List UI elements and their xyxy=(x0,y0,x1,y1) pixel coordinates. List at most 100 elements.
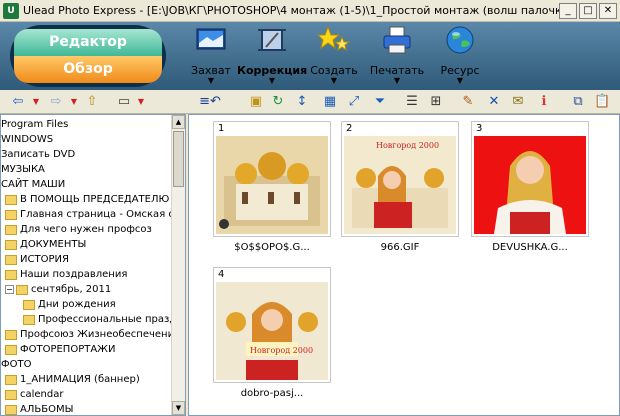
email-icon[interactable]: ✉ xyxy=(510,94,526,110)
thumbnail-number: 2 xyxy=(346,123,353,134)
tree-item[interactable]: ИСТОРИЯ xyxy=(5,252,69,267)
window-title: Ulead Photo Express - [E:\JOB\КГ\PHOTOSH… xyxy=(23,4,559,17)
chevron-down-icon: ▼ xyxy=(268,76,276,85)
folder-icon xyxy=(5,389,17,400)
sort-order-icon[interactable]: ↕ xyxy=(294,94,310,110)
thumbnail-panel: 1 $O$$OPO$.G... 2 Новгород 2000 966.GIF … xyxy=(188,114,620,416)
thumbnail-frame[interactable]: 4 Новгород 2000 xyxy=(213,267,331,383)
scroll-thumb[interactable] xyxy=(173,131,184,187)
tree-item[interactable]: МУЗЫКА xyxy=(1,162,45,177)
tree-item[interactable]: АЛЬБОМЫ xyxy=(5,402,73,415)
back-dropdown-icon[interactable]: ▼ xyxy=(28,94,44,110)
tree-item[interactable]: Главная страница - Омская обла xyxy=(5,207,173,222)
thumbnail-item[interactable]: 4 Новгород 2000 dobro-pasj... xyxy=(213,267,331,399)
thumbnail-image[interactable]: Новгород 2000 xyxy=(344,136,456,234)
delete-icon[interactable]: ✕ xyxy=(486,94,502,110)
minimize-button[interactable]: _ xyxy=(559,2,577,19)
thumbnail-image[interactable] xyxy=(216,136,328,234)
maximize-button[interactable]: □ xyxy=(579,2,597,19)
folder-icon xyxy=(5,344,17,355)
tree-item[interactable]: ДОКУМЕНТЫ xyxy=(5,237,86,252)
thumbnail-frame[interactable]: 3 xyxy=(471,121,589,237)
folder-icon xyxy=(23,299,35,310)
tree-item[interactable]: ФОТОРЕПОРТАЖИ xyxy=(5,342,115,357)
tree-item-label: ФОТО xyxy=(1,359,32,370)
refresh-icon[interactable]: ↻ xyxy=(270,94,286,110)
folder-icon xyxy=(5,224,17,235)
forward-dropdown-icon[interactable]: ▼ xyxy=(66,94,82,110)
folder-icon xyxy=(5,254,17,265)
tree-item[interactable]: В ПОМОЩЬ ПРЕДСЕДАТЕЛЮ xyxy=(5,192,169,207)
thumbnail-item[interactable]: 1 $O$$OPO$.G... xyxy=(213,121,331,253)
thumbnail-caption: DEVUSHKA.G... xyxy=(492,242,568,253)
tree-item-label: ДОКУМЕНТЫ xyxy=(20,239,87,250)
tool-resource[interactable]: Ресурс ▼ xyxy=(425,25,495,87)
thumbnail-frame[interactable]: 2 Новгород 2000 xyxy=(341,121,459,237)
fit-icon[interactable]: ⤢ xyxy=(346,94,362,110)
thumbnail-frame[interactable]: 1 xyxy=(213,121,331,237)
view-dropdown-icon[interactable]: ▼ xyxy=(133,94,149,110)
tree-item-label: САЙТ МАШИ xyxy=(1,179,66,190)
back-arrow-icon[interactable]: ⇦ xyxy=(10,94,26,110)
thumbnail-view-icon[interactable]: ⊞ xyxy=(428,94,444,110)
tree-item[interactable]: − сентябрь, 2011 xyxy=(5,282,111,297)
folder-icon xyxy=(5,269,17,280)
select-all-icon[interactable]: ▦ xyxy=(322,94,338,110)
sort-icon[interactable]: ≡↶ xyxy=(192,94,228,110)
tree-item-label: Главная страница - Омская обла xyxy=(20,209,173,220)
tree-item[interactable]: 1_АНИМАЦИЯ (баннер) xyxy=(5,372,140,387)
tool-correction[interactable]: Коррекция ▼ xyxy=(237,25,307,87)
tree-item[interactable]: Для чего нужен профсоз xyxy=(5,222,152,237)
editor-mode-button[interactable]: Редактор xyxy=(14,29,162,56)
copy-icon[interactable]: ⧉ xyxy=(570,94,586,110)
folder-icon xyxy=(5,329,17,340)
tree-item[interactable]: WINDOWS xyxy=(1,132,53,147)
info-icon[interactable]: ℹ xyxy=(536,94,552,110)
thumbnail-number: 1 xyxy=(218,123,225,134)
app-icon: U xyxy=(3,2,19,19)
forward-arrow-icon[interactable]: ⇨ xyxy=(48,94,64,110)
thumbnail-item[interactable]: 2 Новгород 2000 966.GIF xyxy=(341,121,459,253)
thumbnail-item[interactable]: 3 DEVUSHKA.G... xyxy=(471,121,589,253)
thumbnail-image[interactable]: Новгород 2000 xyxy=(216,282,328,380)
edit-pencil-icon[interactable]: ✎ xyxy=(460,94,476,110)
tree-item[interactable]: Записать DVD xyxy=(1,147,75,162)
globe-icon xyxy=(446,26,474,54)
tree-item[interactable]: Профсоюз Жизнеобеспечения - _ xyxy=(5,327,173,342)
tool-capture[interactable]: Захват ▼ xyxy=(176,25,246,87)
folder-up-icon[interactable]: ⇧ xyxy=(84,94,100,110)
tree-item[interactable]: САЙТ МАШИ xyxy=(1,177,65,192)
thumbnail-overlay-text: Новгород 2000 xyxy=(250,346,313,355)
tool-create[interactable]: Создать ▼ xyxy=(299,25,369,87)
folder-tree: Program Files WINDOWS Записать DVD МУЗЫКА СА… xyxy=(0,114,186,416)
printer-icon xyxy=(383,26,411,54)
thumbnail-image[interactable] xyxy=(474,136,586,234)
tree-item-label: ФОТОРЕПОРТАЖИ xyxy=(20,344,116,355)
collapse-icon[interactable]: − xyxy=(5,285,14,294)
view-mode-icon[interactable]: ▭ xyxy=(116,94,132,110)
browse-mode-button[interactable]: Обзор xyxy=(14,56,162,83)
thumbnail-number: 3 xyxy=(476,123,483,134)
scroll-up-icon[interactable]: ▲ xyxy=(172,115,185,129)
folder-icon xyxy=(23,314,35,325)
crop-icon xyxy=(258,29,286,51)
paste-icon[interactable]: 📋 xyxy=(594,94,610,110)
new-folder-icon[interactable]: ▣ xyxy=(248,94,264,110)
tool-print[interactable]: Печатать ▼ xyxy=(362,25,432,87)
mode-switch: Редактор Обзор xyxy=(10,25,166,87)
tree-scrollbar[interactable]: ▲ ▼ xyxy=(171,115,185,415)
filter-icon[interactable]: ⏷ xyxy=(372,94,388,110)
tree-item-label: Профсоюз Жизнеобеспечения - _ xyxy=(20,329,173,340)
tree-item[interactable]: Program Files xyxy=(1,117,68,132)
tree-item-label: АЛЬБОМЫ xyxy=(20,404,74,415)
close-button[interactable]: ✕ xyxy=(599,2,617,19)
tree-item[interactable]: Профессиональные празд xyxy=(23,312,173,327)
tree-item[interactable]: ФОТО xyxy=(1,357,31,372)
tree-item[interactable]: Наши поздравления xyxy=(5,267,127,282)
tree-item-label: Профессиональные празд xyxy=(38,314,173,325)
tree-item[interactable]: calendar xyxy=(5,387,63,402)
tree-item[interactable]: Дни рождения xyxy=(23,297,116,312)
scroll-down-icon[interactable]: ▼ xyxy=(172,401,185,415)
capture-icon xyxy=(196,28,226,50)
details-view-icon[interactable]: ☰ xyxy=(404,94,420,110)
